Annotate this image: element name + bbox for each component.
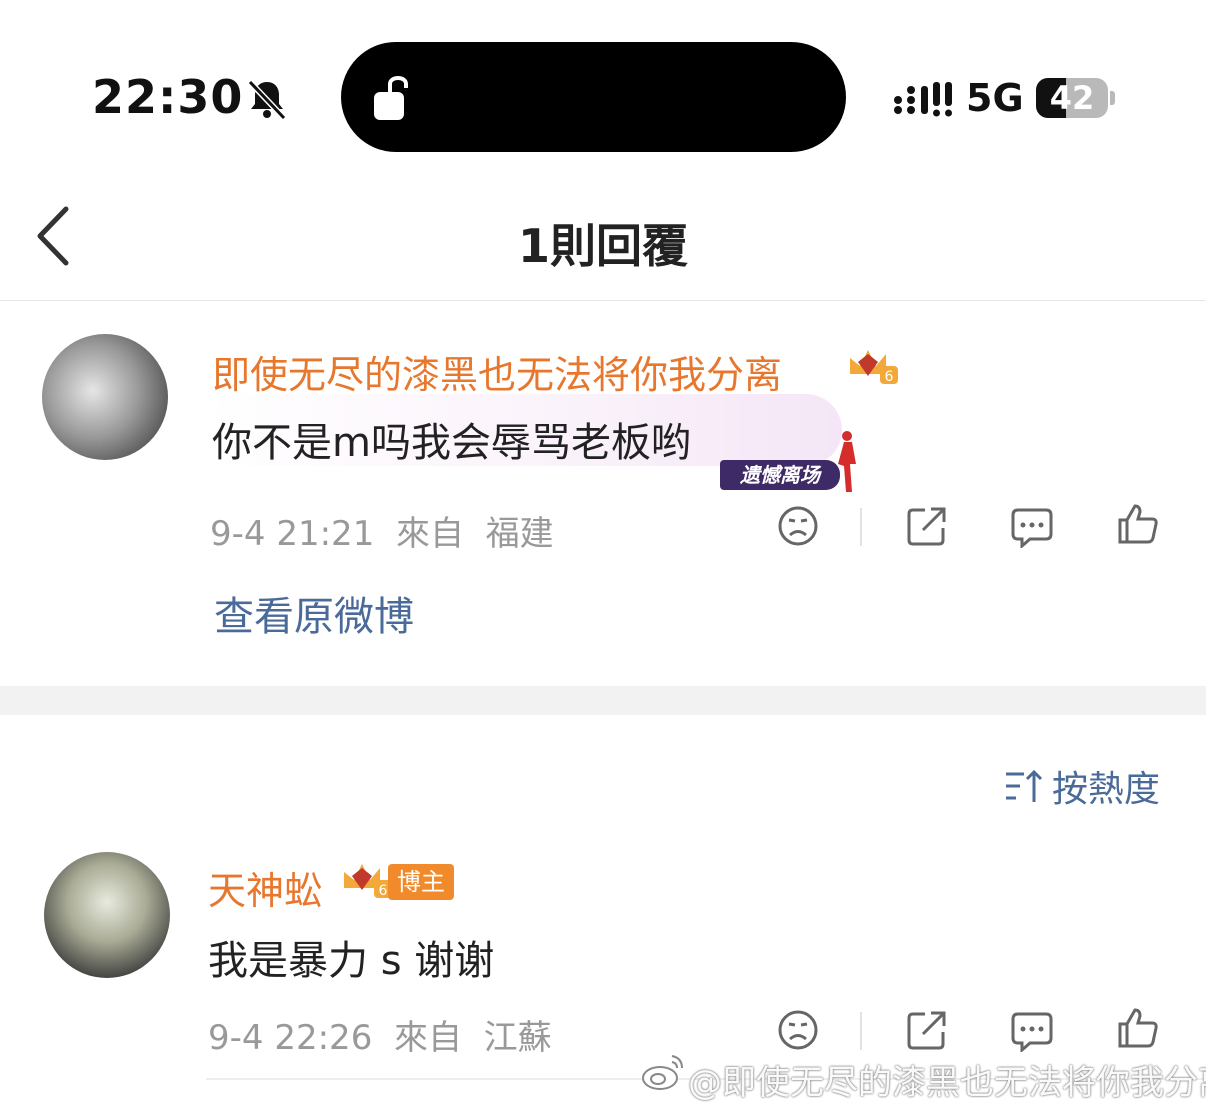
comment-username[interactable]: 即使无尽的漆黑也无法将你我分离 bbox=[212, 344, 782, 399]
author-badge: 博主 bbox=[388, 864, 454, 900]
watermark: @即使无尽的漆黑也无法将你我分离 bbox=[688, 1063, 1206, 1103]
status-time: 22:30 bbox=[92, 70, 244, 124]
comment-date: 9-4 21:21 bbox=[210, 514, 375, 554]
avatar[interactable] bbox=[44, 852, 170, 978]
lock-open-icon bbox=[374, 76, 408, 120]
action-divider bbox=[860, 508, 862, 546]
reply-meta: 9-4 22:26 來自 江蘇 bbox=[208, 1010, 552, 1059]
nav-divider bbox=[0, 300, 1206, 301]
comment-icon[interactable] bbox=[1010, 1008, 1054, 1052]
reply-username[interactable]: 天神蚣 bbox=[208, 860, 322, 915]
dynamic-island bbox=[341, 42, 846, 152]
bubble-figure-decoration bbox=[838, 431, 856, 492]
signal-icon bbox=[894, 82, 952, 117]
share-icon[interactable] bbox=[905, 504, 949, 548]
section-divider bbox=[0, 686, 1206, 715]
page-title: 1則回覆 bbox=[517, 219, 688, 273]
bell-slash-icon bbox=[247, 79, 287, 121]
network-type: 5G bbox=[966, 76, 1024, 120]
reply-text: 我是暴力 s 谢谢 bbox=[208, 938, 495, 984]
like-icon[interactable] bbox=[1116, 502, 1160, 546]
vip-crown-icon: 6 bbox=[850, 350, 898, 385]
sad-face-icon[interactable] bbox=[776, 1008, 820, 1052]
comment-meta: 9-4 21:21 來自 福建 bbox=[210, 506, 554, 555]
comment-text: 你不是m吗我会辱骂老板哟 bbox=[212, 420, 691, 466]
comment-icon[interactable] bbox=[1010, 504, 1054, 548]
battery-indicator: 42 bbox=[1036, 78, 1108, 118]
reply-source-prefix: 來自 bbox=[393, 1018, 462, 1058]
svg-text:6: 6 bbox=[885, 369, 894, 385]
sort-icon bbox=[1006, 769, 1043, 802]
reply-location: 江蘇 bbox=[483, 1018, 552, 1058]
sort-label: 按熱度 bbox=[1052, 769, 1161, 810]
like-icon[interactable] bbox=[1116, 1006, 1160, 1050]
weibo-logo-icon bbox=[642, 1055, 683, 1090]
action-divider bbox=[860, 1012, 862, 1050]
bubble-tag: 遗憾离场 bbox=[720, 460, 840, 490]
view-original-weibo-link[interactable]: 查看原微博 bbox=[214, 584, 414, 642]
share-icon[interactable] bbox=[905, 1008, 949, 1052]
battery-level: 42 bbox=[1049, 79, 1095, 117]
avatar[interactable] bbox=[42, 334, 168, 460]
battery-nub bbox=[1110, 91, 1115, 105]
svg-text:6: 6 bbox=[379, 883, 388, 899]
sort-by-hotness-button[interactable]: 按熱度 bbox=[1004, 760, 1160, 810]
comment-location: 福建 bbox=[485, 514, 554, 554]
sad-face-icon[interactable] bbox=[776, 504, 820, 548]
comment-source-prefix: 來自 bbox=[395, 514, 464, 554]
reply-date: 9-4 22:26 bbox=[208, 1018, 373, 1058]
